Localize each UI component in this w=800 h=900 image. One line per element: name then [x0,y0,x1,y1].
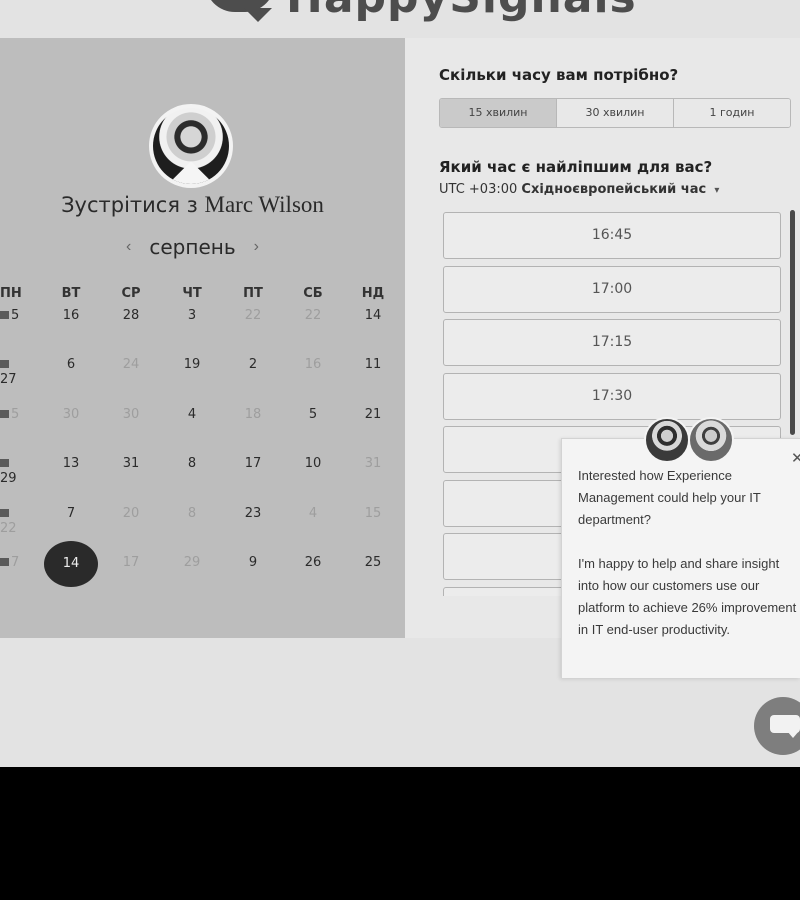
weekday-label: ПН [0,286,22,301]
chevron-right-icon[interactable]: › [254,238,259,256]
calendar-day[interactable]: 5 [0,308,24,323]
calendar-day: 24 [122,357,140,372]
calendar-day[interactable]: 6 [51,357,91,372]
duration-selector: 15 хвилин 30 хвилин 1 годин [439,98,791,128]
calendar-day: 22 [304,308,322,323]
calendar-day: 4 [308,506,318,521]
weekday-header: ПН ВТ СР ЧТ ПТ СБ НД [0,286,405,306]
agent-avatar [688,417,734,463]
timezone-offset: UTC +03:00 [439,182,518,197]
host-title: Зустрітися з Marc Wilson [0,192,385,218]
calendar-day[interactable]: 4 [172,407,212,422]
month-navigation: ‹ серпень › [0,235,385,259]
calendar-day-selected[interactable]: 14 [44,541,98,587]
calendar-day[interactable]: 9 [233,555,273,570]
calendar-day: 15 [364,506,382,521]
calendar-day: 29 [183,555,201,570]
calendar-day[interactable]: 21 [353,407,393,422]
duration-option[interactable]: 1 годин [674,99,790,127]
calendar-day[interactable]: 17 [233,456,273,471]
calendar-day[interactable]: 19 [172,357,212,372]
calendar-day[interactable]: 31 [111,456,151,471]
calendar-day[interactable]: 3 [172,308,212,323]
calendar-day[interactable]: 7 [51,506,91,521]
chat-popup-paragraph: I'm happy to help and share insight into… [578,556,797,637]
calendar-day[interactable]: 16 [51,308,91,323]
calendar-day[interactable]: 10 [293,456,333,471]
time-slot-button[interactable]: 17:30 [443,372,781,420]
host-avatar [149,104,233,188]
calendar-day[interactable]: 14 [353,308,393,323]
calendar-day[interactable]: 27 [0,357,24,387]
calendar-day[interactable]: 26 [293,555,333,570]
duration-option[interactable]: 30 хвилин [557,99,674,127]
duration-question: Скільки часу вам потрібно? [439,66,679,84]
calendar-day: 18 [244,407,262,422]
calendar-day: 31 [364,456,382,471]
duration-option[interactable]: 15 хвилин [440,99,557,127]
host-title-prefix: Зустрітися з [61,193,198,217]
slot-list-scrollbar[interactable] [790,210,795,435]
timezone-selector[interactable]: UTC +03:00 Східноєвропейський час ▾ [439,182,719,197]
calendar-day: 7 [0,555,24,570]
host-name: Marc Wilson [204,192,324,217]
calendar-week: 27 6 24 19 2 16 11 [0,357,405,387]
calendar-day: 30 [122,407,140,422]
chat-popup-message[interactable]: Interested how Experience Management cou… [578,465,800,641]
caret-down-icon: ▾ [714,185,720,196]
chat-popup-paragraph: Interested how Experience Management cou… [578,468,761,527]
calendar-week: 29 13 31 8 17 10 31 [0,456,405,486]
time-slot-button[interactable]: 17:15 [443,319,781,366]
black-bar [0,767,800,900]
month-label: серпень [149,235,236,259]
time-slot-button[interactable]: 17:00 [443,265,781,313]
speech-bubble-logo-icon [200,0,280,22]
calendar-week: 22 7 20 8 23 4 15 [0,506,405,536]
calendar-day[interactable]: 11 [353,357,393,372]
calendar-day: 5 [0,407,24,422]
agent-avatars [644,417,736,463]
brand-name: HappySignals [286,0,637,20]
weekday-label: ЧТ [182,286,202,301]
weekday-label: ПТ [243,286,263,301]
calendar-week: 5 16 28 3 22 22 14 [0,308,405,328]
calendar-day: 22 [244,308,262,323]
timezone-name: Східноєвропейський час [521,182,707,197]
calendar-week: 7 14 17 29 9 26 25 [0,541,405,587]
weekday-label: СР [121,286,141,301]
calendar-day[interactable]: 28 [111,308,151,323]
weekday-label: ВТ [61,286,81,301]
calendar-day: 8 [187,506,197,521]
calendar-day[interactable]: 25 [353,555,393,570]
weekday-label: СБ [303,286,323,301]
chevron-left-icon[interactable]: ‹ [126,238,131,256]
calendar-day: 17 [122,555,140,570]
time-slot-button[interactable]: 16:45 [443,212,781,259]
calendar-day[interactable]: 5 [293,407,333,422]
page-viewport: HappySignals Зустрітися з Marc Wilson ‹ … [0,0,800,767]
weekday-label: НД [361,286,385,301]
brand-logo[interactable]: HappySignals [200,0,637,22]
calendar-day: 20 [122,506,140,521]
agent-avatar [644,417,690,463]
chat-popup: ✕ Interested how Experience Management c… [561,417,800,678]
calendar-day[interactable]: 8 [172,456,212,471]
chat-launcher-button[interactable] [754,697,800,755]
calendar-day[interactable]: 23 [233,506,273,521]
time-question: Який час є найліпшим для вас? [439,158,713,176]
calendar-day[interactable]: 29 [0,456,24,486]
calendar-day: 16 [304,357,322,372]
calendar-day: 22 [0,506,24,536]
calendar-day: 30 [62,407,80,422]
calendar-day[interactable]: 13 [51,456,91,471]
calendar-week: 5 30 30 4 18 5 21 [0,407,405,427]
calendar-day[interactable]: 2 [233,357,273,372]
calendar-panel: Зустрітися з Marc Wilson ‹ серпень › ПН В… [0,38,405,638]
